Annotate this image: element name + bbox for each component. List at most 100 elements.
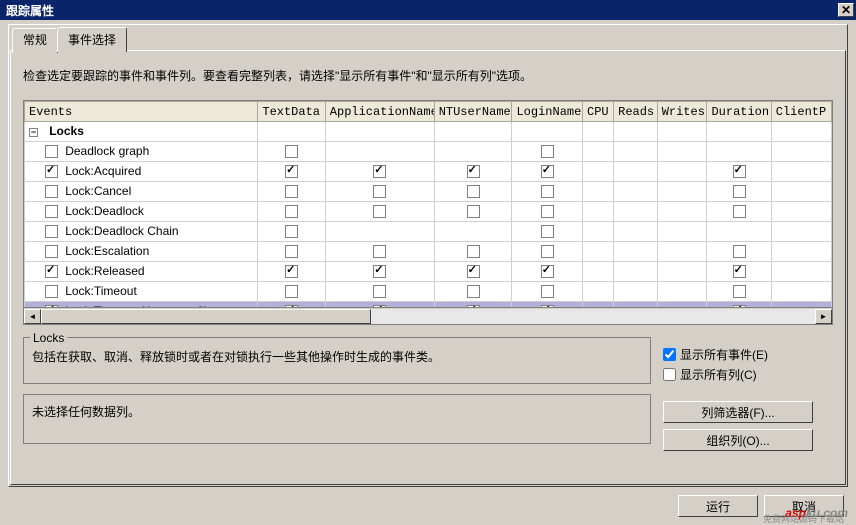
run-button[interactable]: 运行 <box>678 495 758 517</box>
column-filter-label: 列筛选器(F)... <box>701 404 774 421</box>
col-header-writes[interactable]: Writes <box>657 102 707 122</box>
cell-checkbox[interactable] <box>541 285 554 298</box>
event-checkbox[interactable] <box>45 165 58 178</box>
cell-checkbox[interactable] <box>733 185 746 198</box>
tab-bar: 常规 事件选择 <box>12 26 846 51</box>
tab-events-label: 事件选择 <box>68 33 116 47</box>
event-label: Lock:Deadlock Chain <box>65 224 178 238</box>
cell-checkbox[interactable] <box>733 265 746 278</box>
group-row[interactable]: − Locks <box>25 122 832 142</box>
col-header-reads[interactable]: Reads <box>614 102 658 122</box>
events-grid[interactable]: EventsTextDataApplicationNameNTUserNameL… <box>23 100 833 325</box>
event-label: Lock:Released <box>65 264 144 278</box>
cell-checkbox[interactable] <box>285 225 298 238</box>
event-label: Lock:Deadlock <box>65 204 144 218</box>
scroll-right-button[interactable]: ► <box>815 309 832 324</box>
scroll-track[interactable] <box>41 309 815 324</box>
show-all-columns-label: 显示所有列(C) <box>680 366 757 383</box>
col-header-events[interactable]: Events <box>25 102 258 122</box>
cell-checkbox[interactable] <box>541 205 554 218</box>
cell-checkbox[interactable] <box>285 165 298 178</box>
show-all-events-checkbox[interactable] <box>663 348 676 361</box>
event-label: Deadlock graph <box>65 144 149 158</box>
cell-checkbox[interactable] <box>285 145 298 158</box>
window-title: 跟踪属性 <box>2 2 54 19</box>
event-row[interactable]: Lock:Acquired <box>25 162 832 182</box>
cell-checkbox[interactable] <box>467 245 480 258</box>
cell-checkbox[interactable] <box>541 145 554 158</box>
event-checkbox[interactable] <box>45 225 58 238</box>
scroll-thumb[interactable] <box>41 309 371 324</box>
col-header-clientp[interactable]: ClientP <box>771 102 831 122</box>
organize-columns-button[interactable]: 组织列(O)... <box>663 429 813 451</box>
cell-checkbox[interactable] <box>373 165 386 178</box>
cell-checkbox[interactable] <box>373 265 386 278</box>
collapse-icon[interactable]: − <box>29 128 38 137</box>
cell-checkbox[interactable] <box>373 285 386 298</box>
event-label: Lock:Acquired <box>65 164 141 178</box>
column-description-box: 未选择任何数据列。 <box>23 394 651 444</box>
cell-checkbox[interactable] <box>373 185 386 198</box>
event-row[interactable]: Lock:Cancel <box>25 182 832 202</box>
cell-checkbox[interactable] <box>467 205 480 218</box>
cell-checkbox[interactable] <box>373 245 386 258</box>
cell-checkbox[interactable] <box>541 225 554 238</box>
close-icon: ✕ <box>841 3 851 17</box>
cell-checkbox[interactable] <box>373 205 386 218</box>
run-label: 运行 <box>706 498 730 515</box>
cell-checkbox[interactable] <box>285 185 298 198</box>
cell-checkbox[interactable] <box>285 205 298 218</box>
cell-checkbox[interactable] <box>541 165 554 178</box>
tab-panel-events: 检查选定要跟踪的事件和事件列。要查看完整列表，请选择"显示所有事件"和"显示所有… <box>10 50 846 485</box>
cell-checkbox[interactable] <box>467 165 480 178</box>
cell-checkbox[interactable] <box>467 185 480 198</box>
event-row[interactable]: Lock:Released <box>25 262 832 282</box>
event-checkbox[interactable] <box>45 145 58 158</box>
cell-checkbox[interactable] <box>733 285 746 298</box>
tab-events[interactable]: 事件选择 <box>57 27 127 52</box>
col-header-textdata[interactable]: TextData <box>258 102 325 122</box>
event-checkbox[interactable] <box>45 185 58 198</box>
event-checkbox[interactable] <box>45 285 58 298</box>
close-button[interactable]: ✕ <box>838 3 854 17</box>
grid-scrollbar[interactable]: ◄ ► <box>24 307 832 324</box>
tab-general-label: 常规 <box>23 33 47 47</box>
cell-checkbox[interactable] <box>467 265 480 278</box>
cell-checkbox[interactable] <box>285 285 298 298</box>
col-header-ntusername[interactable]: NTUserName <box>434 102 512 122</box>
cell-checkbox[interactable] <box>733 205 746 218</box>
col-header-applicationname[interactable]: ApplicationName <box>325 102 434 122</box>
col-header-loginname[interactable]: LoginName <box>512 102 583 122</box>
cell-checkbox[interactable] <box>285 245 298 258</box>
col-header-cpu[interactable]: CPU <box>583 102 614 122</box>
event-checkbox[interactable] <box>45 265 58 278</box>
category-description-text: 包括在获取、取消、释放锁时或者在对锁执行一些其他操作时生成的事件类。 <box>32 342 642 375</box>
titlebar: 跟踪属性 ✕ <box>0 0 856 20</box>
cell-checkbox[interactable] <box>285 265 298 278</box>
column-filter-button[interactable]: 列筛选器(F)... <box>663 401 813 423</box>
no-column-selected-text: 未选择任何数据列。 <box>32 399 642 424</box>
event-checkbox[interactable] <box>45 245 58 258</box>
event-label: Lock:Cancel <box>65 184 131 198</box>
watermark-subtitle: 免费网站源码下载站 <box>763 512 844 525</box>
event-row[interactable]: Lock:Deadlock <box>25 202 832 222</box>
tab-general[interactable]: 常规 <box>12 28 58 53</box>
show-all-columns-checkbox[interactable] <box>663 368 676 381</box>
cell-checkbox[interactable] <box>733 245 746 258</box>
event-row[interactable]: Lock:Escalation <box>25 242 832 262</box>
col-header-duration[interactable]: Duration <box>707 102 771 122</box>
event-row[interactable]: Deadlock graph <box>25 142 832 162</box>
event-label: Lock:Timeout <box>65 284 137 298</box>
cell-checkbox[interactable] <box>541 245 554 258</box>
dialog-footer: 运行 取消 <box>8 487 848 517</box>
show-all-events-label: 显示所有事件(E) <box>680 346 768 363</box>
cell-checkbox[interactable] <box>733 165 746 178</box>
event-row[interactable]: Lock:Timeout <box>25 282 832 302</box>
cell-checkbox[interactable] <box>541 185 554 198</box>
cell-checkbox[interactable] <box>541 265 554 278</box>
category-description-box: Locks 包括在获取、取消、释放锁时或者在对锁执行一些其他操作时生成的事件类。 <box>23 337 651 384</box>
cell-checkbox[interactable] <box>467 285 480 298</box>
scroll-left-button[interactable]: ◄ <box>24 309 41 324</box>
event-checkbox[interactable] <box>45 205 58 218</box>
event-row[interactable]: Lock:Deadlock Chain <box>25 222 832 242</box>
